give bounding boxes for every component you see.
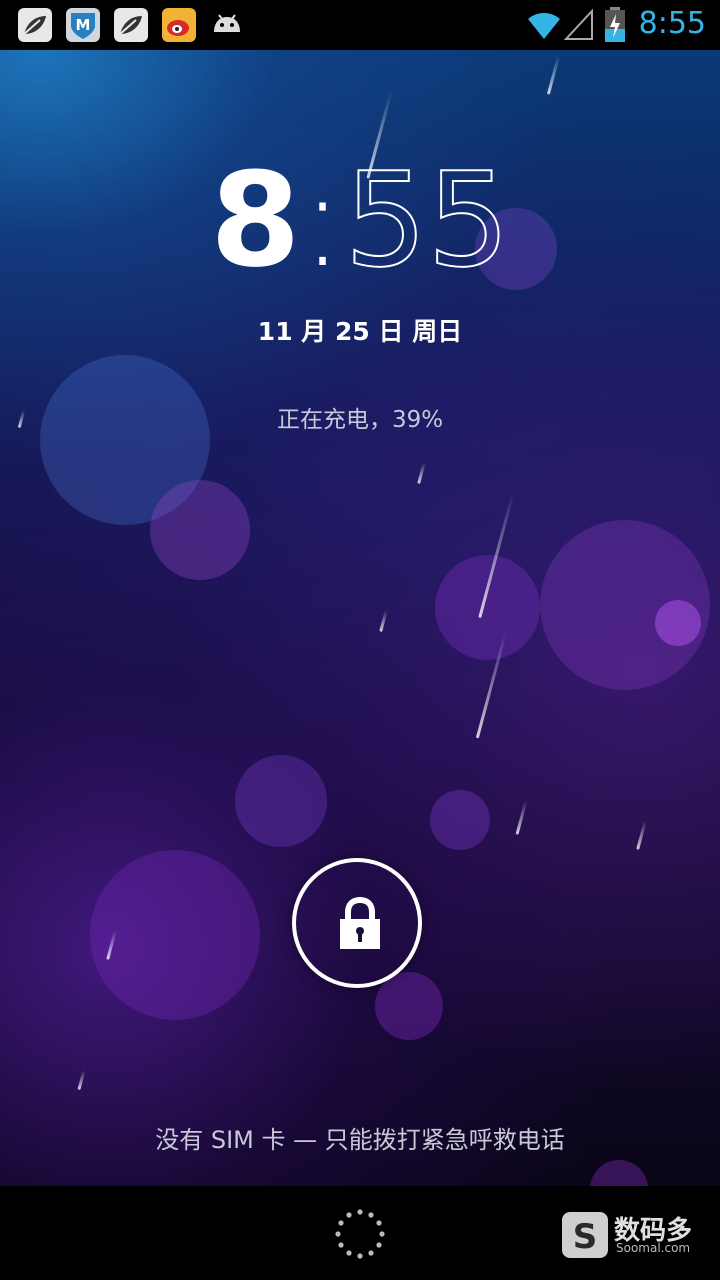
leaf-app-icon <box>18 8 52 42</box>
soomal-watermark: S 数码多 Soomal.com <box>562 1210 712 1260</box>
android-icon <box>210 8 244 42</box>
rain-streak <box>417 461 426 485</box>
svg-text:M: M <box>76 16 91 34</box>
emergency-call-message[interactable]: 没有 SIM 卡 — 只能拨打紧急呼救电话 <box>0 1120 720 1155</box>
lockscreen-clock: 8:55 <box>0 149 720 291</box>
bokeh-light <box>235 755 327 847</box>
clock-separator: : <box>300 144 345 296</box>
clock-minutes: 55 <box>343 144 510 296</box>
svg-text:S: S <box>573 1217 598 1257</box>
bokeh-light <box>435 555 540 660</box>
bokeh-light <box>655 600 701 646</box>
bokeh-light <box>375 972 443 1040</box>
leaf-app-icon <box>114 8 148 42</box>
charging-status: 正在充电，39% <box>276 407 444 433</box>
rain-streak <box>379 609 388 633</box>
watermark-subtitle: Soomal.com <box>616 1241 691 1255</box>
wifi-full-icon <box>528 13 560 39</box>
bokeh-light <box>150 480 250 580</box>
rain-streak <box>636 820 647 850</box>
status-bar[interactable]: M 8:55 <box>0 0 720 50</box>
rain-streak <box>546 55 561 95</box>
status-clock: 8:55 <box>638 6 706 41</box>
lockscreen-date: 11 月 25 日 周日 <box>257 317 463 346</box>
padlock-icon <box>340 897 380 949</box>
security-m-app-icon: M <box>66 8 100 42</box>
no-signal-icon <box>564 9 593 40</box>
loading-dots-icon <box>335 1209 385 1259</box>
weibo-app-icon <box>162 8 196 42</box>
rain-streak <box>77 1069 86 1091</box>
rain-streak <box>515 800 528 835</box>
battery-charging-icon <box>605 7 625 42</box>
clock-hour: 8 <box>210 144 301 296</box>
unlock-handle[interactable] <box>292 858 422 988</box>
bokeh-light <box>430 790 490 850</box>
soomal-logo-icon: S <box>562 1212 608 1258</box>
